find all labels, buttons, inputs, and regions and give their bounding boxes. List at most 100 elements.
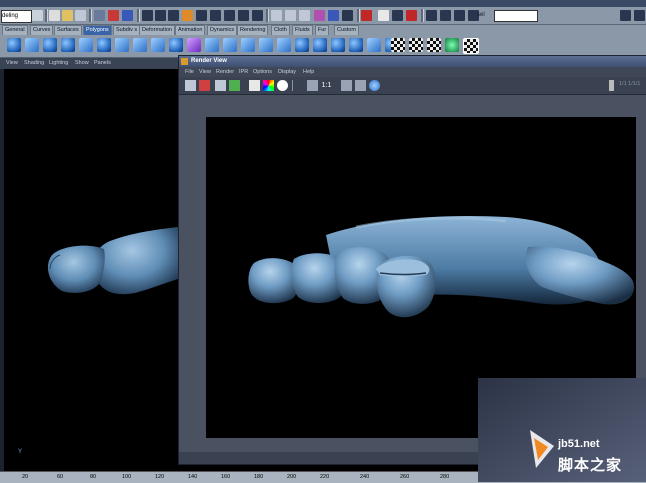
new-scene-icon[interactable] — [49, 10, 60, 21]
poly-cylinder-icon[interactable] — [43, 38, 57, 52]
tab-surfaces[interactable]: Surfaces — [54, 25, 82, 35]
render-region-icon[interactable] — [229, 80, 240, 91]
rv-menu-help[interactable]: Help — [303, 69, 314, 75]
remove-image-icon[interactable] — [341, 80, 352, 91]
tool-settings-icon[interactable] — [392, 10, 403, 21]
tab-custom[interactable]: Custom — [334, 25, 359, 35]
tab-dynamics[interactable]: Dynamics — [207, 25, 238, 35]
uv-editor-icon[interactable] — [445, 38, 459, 52]
layout-icon[interactable] — [440, 10, 451, 21]
select-object-icon[interactable] — [108, 10, 119, 21]
ipr-render-icon[interactable] — [199, 80, 210, 91]
tab-general[interactable]: General — [2, 25, 28, 35]
rv-menu-file[interactable]: File — [185, 69, 194, 75]
uv-map-icon[interactable] — [463, 38, 479, 54]
perspective-viewport[interactable]: Y — [0, 69, 178, 471]
alpha-channel-icon[interactable] — [277, 80, 288, 91]
uv-map-icon[interactable] — [409, 38, 423, 52]
mode-dropdown[interactable]: deling — [1, 10, 32, 23]
poly-tool-icon[interactable] — [331, 38, 345, 52]
poly-tool-icon[interactable] — [367, 38, 381, 52]
poly-cone-icon[interactable] — [61, 38, 75, 52]
viewport-menu-show[interactable]: Show — [75, 60, 89, 66]
poly-torus-icon[interactable] — [97, 38, 111, 52]
snapshot-icon[interactable] — [249, 80, 260, 91]
lock-icon[interactable] — [342, 10, 353, 21]
layout-icon[interactable] — [426, 10, 437, 21]
input-line-icon[interactable] — [361, 10, 372, 21]
pick-mask-icon[interactable] — [168, 10, 179, 21]
rv-menu-ipr[interactable]: IPR — [239, 69, 248, 75]
viewport-menu-lighting[interactable]: Lighting — [49, 60, 68, 66]
poly-tool-icon[interactable] — [133, 38, 147, 52]
tab-polygons[interactable]: Polygons — [83, 25, 112, 35]
attribute-editor-icon[interactable] — [378, 10, 389, 21]
tab-cloth[interactable]: Cloth — [271, 25, 290, 35]
snap-grid-icon[interactable] — [182, 10, 193, 21]
poly-tool-icon[interactable] — [223, 38, 237, 52]
one-to-one-icon[interactable]: 1:1 — [321, 80, 332, 91]
select-component-icon[interactable] — [122, 10, 133, 21]
pause-icon[interactable] — [609, 80, 614, 91]
poly-tool-icon[interactable] — [205, 38, 219, 52]
poly-tool-icon[interactable] — [259, 38, 273, 52]
dropdown-arrow-icon[interactable] — [32, 10, 43, 21]
open-scene-icon[interactable] — [62, 10, 73, 21]
help-icon[interactable] — [252, 10, 263, 21]
display-icon[interactable] — [369, 80, 380, 91]
poly-tool-icon[interactable] — [115, 38, 129, 52]
tab-fur[interactable]: Fur — [315, 25, 330, 35]
poly-tool-icon[interactable] — [277, 38, 291, 52]
uv-map-icon[interactable] — [427, 38, 441, 52]
tab-animation[interactable]: Animation — [175, 25, 206, 35]
rgb-channel-icon[interactable] — [263, 80, 274, 91]
toolbar-separator — [137, 9, 140, 22]
camera-icon[interactable] — [355, 80, 366, 91]
snap-plane-icon[interactable] — [224, 10, 235, 21]
poly-tool-icon[interactable] — [349, 38, 363, 52]
keep-image-icon[interactable] — [307, 80, 318, 91]
history-icon[interactable] — [271, 10, 282, 21]
rv-menu-render[interactable]: Render — [216, 69, 234, 75]
render-globals-icon[interactable] — [314, 10, 325, 21]
rv-menu-view[interactable]: View — [199, 69, 211, 75]
poly-tool-icon[interactable] — [313, 38, 327, 52]
toggle-panel-icon[interactable] — [620, 10, 631, 21]
poly-tool-icon[interactable] — [151, 38, 165, 52]
poly-sphere-icon[interactable] — [7, 38, 21, 52]
tab-subdivs[interactable]: Subdiv s — [113, 25, 141, 35]
layout-icon[interactable] — [454, 10, 465, 21]
tab-rendering[interactable]: Rendering — [237, 25, 269, 35]
selection-input[interactable] — [494, 10, 538, 22]
viewport-menu-panels[interactable]: Panels — [94, 60, 111, 66]
make-live-icon[interactable] — [238, 10, 249, 21]
tab-curves[interactable]: Curves — [30, 25, 54, 35]
pick-mask-icon[interactable] — [142, 10, 153, 21]
save-scene-icon[interactable] — [75, 10, 86, 21]
viewport-menu-view[interactable]: View — [6, 60, 18, 66]
rv-menu-options[interactable]: Options — [253, 69, 272, 75]
refresh-icon[interactable] — [215, 80, 226, 91]
select-hierarchy-icon[interactable] — [94, 10, 105, 21]
poly-tool-icon[interactable] — [295, 38, 309, 52]
snap-point-icon[interactable] — [210, 10, 221, 21]
poly-cube-icon[interactable] — [25, 38, 39, 52]
rv-menu-display[interactable]: Display — [278, 69, 296, 75]
hypershade-icon[interactable] — [328, 10, 339, 21]
poly-tool-icon[interactable] — [169, 38, 183, 52]
viewport-menu-shading[interactable]: Shading — [24, 60, 44, 66]
render-icon[interactable] — [285, 10, 296, 21]
redo-render-icon[interactable] — [185, 80, 196, 91]
tab-deformation[interactable]: Deformation — [139, 25, 175, 35]
poly-tool-icon[interactable] — [187, 38, 201, 52]
uv-map-icon[interactable] — [391, 38, 405, 52]
toggle-panel-icon[interactable] — [634, 10, 645, 21]
ipr-render-icon[interactable] — [299, 10, 310, 21]
render-view-title-bar[interactable]: Render View — [179, 56, 646, 67]
poly-tool-icon[interactable] — [241, 38, 255, 52]
snap-curve-icon[interactable] — [196, 10, 207, 21]
channel-box-icon[interactable] — [406, 10, 417, 21]
poly-plane-icon[interactable] — [79, 38, 93, 52]
pick-mask-icon[interactable] — [155, 10, 166, 21]
tab-fluids[interactable]: Fluids — [292, 25, 313, 35]
